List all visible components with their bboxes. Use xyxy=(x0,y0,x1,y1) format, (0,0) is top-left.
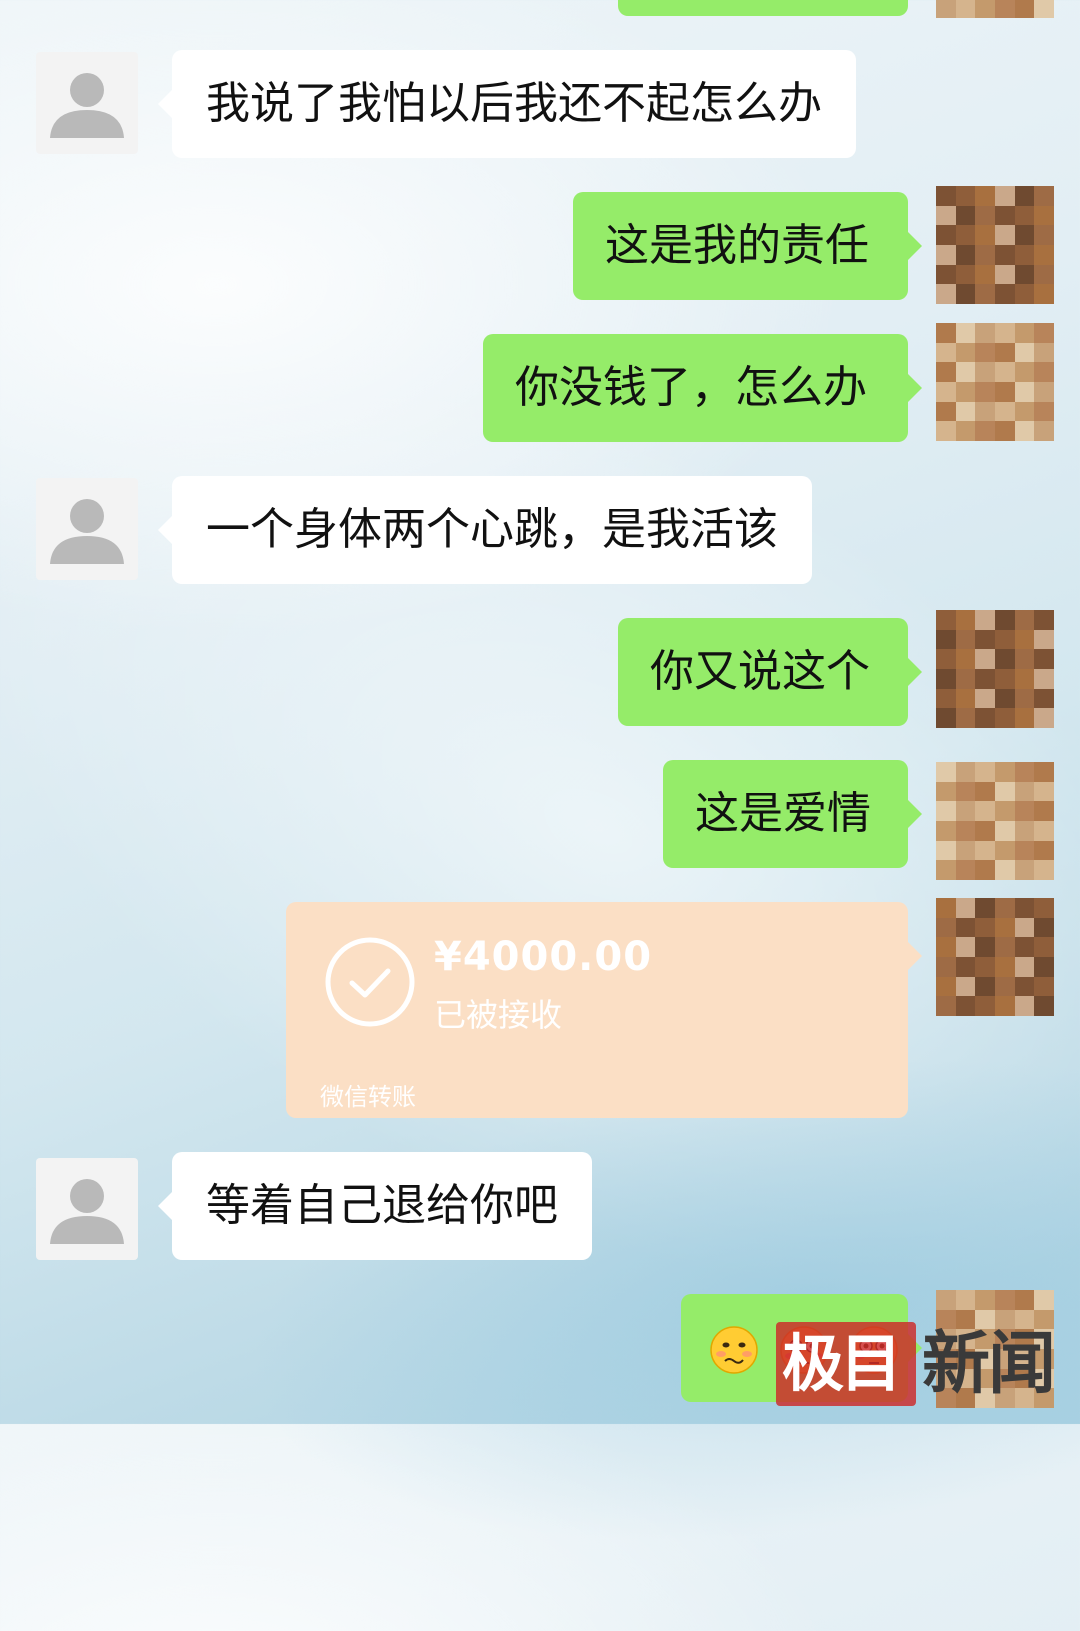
message-bubble[interactable]: 等着自己退给你吧 xyxy=(158,1152,592,1260)
message-bubble[interactable]: 我说了我怕以后我还不起怎么办 xyxy=(158,50,856,158)
flushed-face-icon xyxy=(780,1326,828,1374)
transfer-amount: ¥4000.00 xyxy=(434,934,653,980)
my-avatar[interactable] xyxy=(936,898,1054,1016)
default-person-icon xyxy=(50,73,124,138)
emoji-message-bubble[interactable] xyxy=(681,1294,922,1402)
default-person-icon xyxy=(50,1179,124,1244)
message-bubble-partial[interactable] xyxy=(618,0,908,16)
my-avatar[interactable] xyxy=(936,323,1054,441)
my-avatar[interactable] xyxy=(936,1290,1054,1408)
wechat-transfer-card[interactable]: ¥4000.00 已被接收 微信转账 xyxy=(286,902,922,1118)
transfer-label: 微信转账 xyxy=(320,1083,416,1111)
message-bubble[interactable]: 你又说这个 xyxy=(618,618,922,726)
contact-avatar[interactable] xyxy=(36,1158,138,1260)
message-bubble[interactable]: 一个身体两个心跳，是我活该 xyxy=(158,476,812,584)
my-avatar[interactable] xyxy=(936,610,1054,728)
contact-avatar[interactable] xyxy=(36,478,138,580)
woozy-face-icon xyxy=(710,1326,758,1374)
my-avatar[interactable] xyxy=(936,762,1054,880)
background-wave xyxy=(0,57,1080,1603)
message-bubble[interactable]: 这是我的责任 xyxy=(573,192,922,300)
transfer-status: 已被接收 xyxy=(434,996,563,1034)
default-person-icon xyxy=(50,499,124,564)
flushed-face-icon xyxy=(850,1326,898,1374)
my-avatar[interactable] xyxy=(936,186,1054,304)
contact-avatar[interactable] xyxy=(36,52,138,154)
message-bubble[interactable]: 你没钱了，怎么办 xyxy=(483,334,922,442)
message-bubble[interactable]: 这是爱情 xyxy=(663,760,922,868)
check-circle-icon xyxy=(325,937,415,1027)
my-avatar[interactable] xyxy=(936,0,1054,18)
